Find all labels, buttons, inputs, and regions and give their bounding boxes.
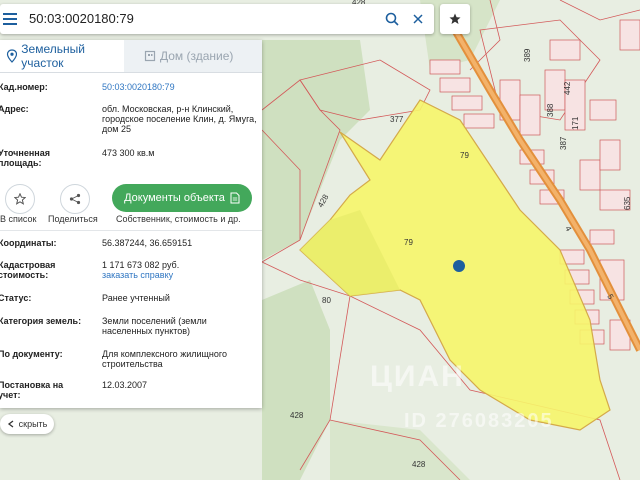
menu-icon[interactable] <box>0 4 20 34</box>
map-label: 428 <box>412 460 426 469</box>
save-to-list-label: В список <box>0 214 37 224</box>
share-button[interactable] <box>60 184 90 214</box>
map-label: 377 <box>390 115 404 124</box>
map-label: 79 <box>460 151 469 160</box>
favorite-button[interactable] <box>440 4 470 34</box>
info-panel: Земельный участок Дом (здание) Кад.номер… <box>0 40 262 408</box>
search-input[interactable]: 50:03:0020180:79 <box>29 4 134 34</box>
tab-building[interactable]: Дом (здание) <box>124 40 262 72</box>
document-icon <box>230 192 240 204</box>
map-label: 442 <box>563 81 572 95</box>
watermark: ЦИАН <box>370 360 465 393</box>
share-icon <box>69 193 81 205</box>
order-report-link[interactable]: заказать справку <box>102 270 173 280</box>
map-label: 171 <box>571 116 580 130</box>
search-bar: 50:03:0020180:79 <box>0 4 434 34</box>
tab-label: Земельный участок <box>21 42 85 70</box>
search-icon[interactable] <box>380 4 404 34</box>
star-icon <box>449 13 461 24</box>
star-icon <box>14 193 26 205</box>
tab-label: Дом (здание) <box>160 49 234 63</box>
watermark-id: ID 276083205 <box>404 410 554 432</box>
close-icon[interactable] <box>406 4 430 34</box>
map-label: 388 <box>546 103 555 117</box>
map-label: 389 <box>523 48 532 62</box>
save-to-list-button[interactable] <box>5 184 35 214</box>
map-label: 428 <box>290 411 304 420</box>
location-pin-icon <box>6 49 18 63</box>
location-marker <box>453 260 465 272</box>
documents-subtitle: Собственник, стоимость и др. <box>116 214 241 224</box>
map-label: 387 <box>559 136 568 150</box>
building-icon <box>144 50 156 62</box>
map-label: 79 <box>404 238 413 247</box>
documents-button[interactable]: Документы объекта <box>112 184 252 212</box>
chevron-left-icon <box>7 420 14 428</box>
tab-land-plot[interactable]: Земельный участок <box>0 40 124 72</box>
cad-number-link[interactable]: 50:03:0020180:79 <box>102 82 257 92</box>
share-label: Поделиться <box>48 214 98 224</box>
map-label: 80 <box>322 296 331 305</box>
map-label: 635 <box>623 196 632 210</box>
hide-panel-button[interactable]: скрыть <box>0 414 54 434</box>
